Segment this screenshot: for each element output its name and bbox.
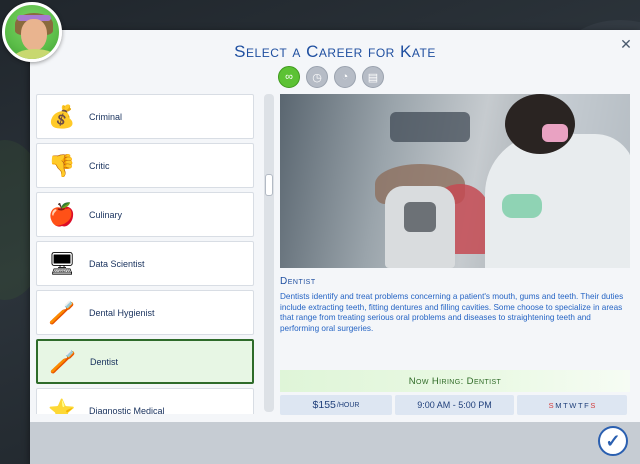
salary-amount: $155 <box>312 399 336 411</box>
dialog-title: Select a Career for Kate <box>234 42 436 61</box>
computer-icon: 🖥 <box>48 250 76 276</box>
career-list: 💰 Criminal 👎 Critic 🍎 Culinary 🖥 Data Scientist… <box>36 94 276 414</box>
clock-icon[interactable]: ◔ <box>334 66 356 88</box>
career-item-label: Criminal <box>89 111 123 122</box>
sim-avatar[interactable] <box>2 2 62 62</box>
scrollbar-thumb[interactable] <box>265 174 273 196</box>
career-item[interactable]: 👎 Critic <box>36 143 254 188</box>
career-item[interactable]: ⭐ Diagnostic Medical <box>36 388 254 414</box>
money-case-icon: 💰 <box>48 103 76 129</box>
work-day-letter: S <box>590 400 596 410</box>
career-item-label: Culinary <box>89 209 123 220</box>
confirm-button[interactable]: ✓ <box>598 426 628 456</box>
career-item-label: Data Scientist <box>89 258 145 269</box>
photo-dental-lamp <box>390 112 470 142</box>
career-photo <box>280 94 630 268</box>
work-day-letter: T <box>577 400 583 410</box>
toothbrush-icon: 🪥 <box>49 348 77 374</box>
career-dialog: Select a Career for Kate ✕ ∞ ◷ ◔ ▤ 💰 Crimina… <box>30 30 640 464</box>
work-day-letter: W <box>569 400 577 410</box>
career-item-label: Critic <box>89 160 110 171</box>
star-icon: ⭐ <box>48 397 76 415</box>
work-day-letter: F <box>584 400 589 410</box>
work-hours-box: 9:00 AM - 5:00 PM <box>395 395 514 415</box>
career-item[interactable]: 🖥 Data Scientist <box>36 241 254 286</box>
avatar-face <box>21 19 47 51</box>
career-item[interactable]: 🪥 Dentist <box>36 339 254 384</box>
career-filter-toolbar: ∞ ◷ ◔ ▤ <box>278 66 384 88</box>
photo-dentist-mask <box>542 124 568 142</box>
cooking-icon: 🍎 <box>48 201 76 227</box>
salary-box: $155 /HOUR <box>280 395 392 415</box>
thumbs-icon: 👎 <box>48 152 76 178</box>
career-item-label: Dental Hygienist <box>89 307 155 318</box>
work-day-letter: M <box>555 400 562 410</box>
work-days-box: SMTWTFS <box>517 395 627 415</box>
career-description: Dentists identify and treat problems con… <box>280 292 624 333</box>
toothbrush-icon: 🪥 <box>48 299 76 325</box>
photo-dentist-glove <box>502 194 542 218</box>
career-info-row: $155 /HOUR 9:00 AM - 5:00 PM SMTWTFS <box>280 395 630 415</box>
dialog-footer <box>30 422 640 464</box>
work-day-letter: S <box>548 400 554 410</box>
close-icon[interactable]: ✕ <box>618 36 634 52</box>
salary-unit: /HOUR <box>336 401 360 409</box>
career-list-scrollbar[interactable] <box>264 94 274 412</box>
career-item[interactable]: 💰 Criminal <box>36 94 254 139</box>
career-name: Dentist <box>280 276 316 287</box>
infinity-icon[interactable]: ∞ <box>278 66 300 88</box>
folder-icon[interactable]: ▤ <box>362 66 384 88</box>
career-item-label: Diagnostic Medical <box>89 405 165 415</box>
photo-chair-headrest <box>404 202 436 232</box>
now-hiring-banner: Now Hiring: Dentist <box>280 370 630 392</box>
career-item[interactable]: 🍎 Culinary <box>36 192 254 237</box>
career-item-label: Dentist <box>90 356 119 367</box>
career-item[interactable]: 🪥 Dental Hygienist <box>36 290 254 335</box>
briefcase-clock-icon[interactable]: ◷ <box>306 66 328 88</box>
work-day-letter: T <box>563 400 568 410</box>
